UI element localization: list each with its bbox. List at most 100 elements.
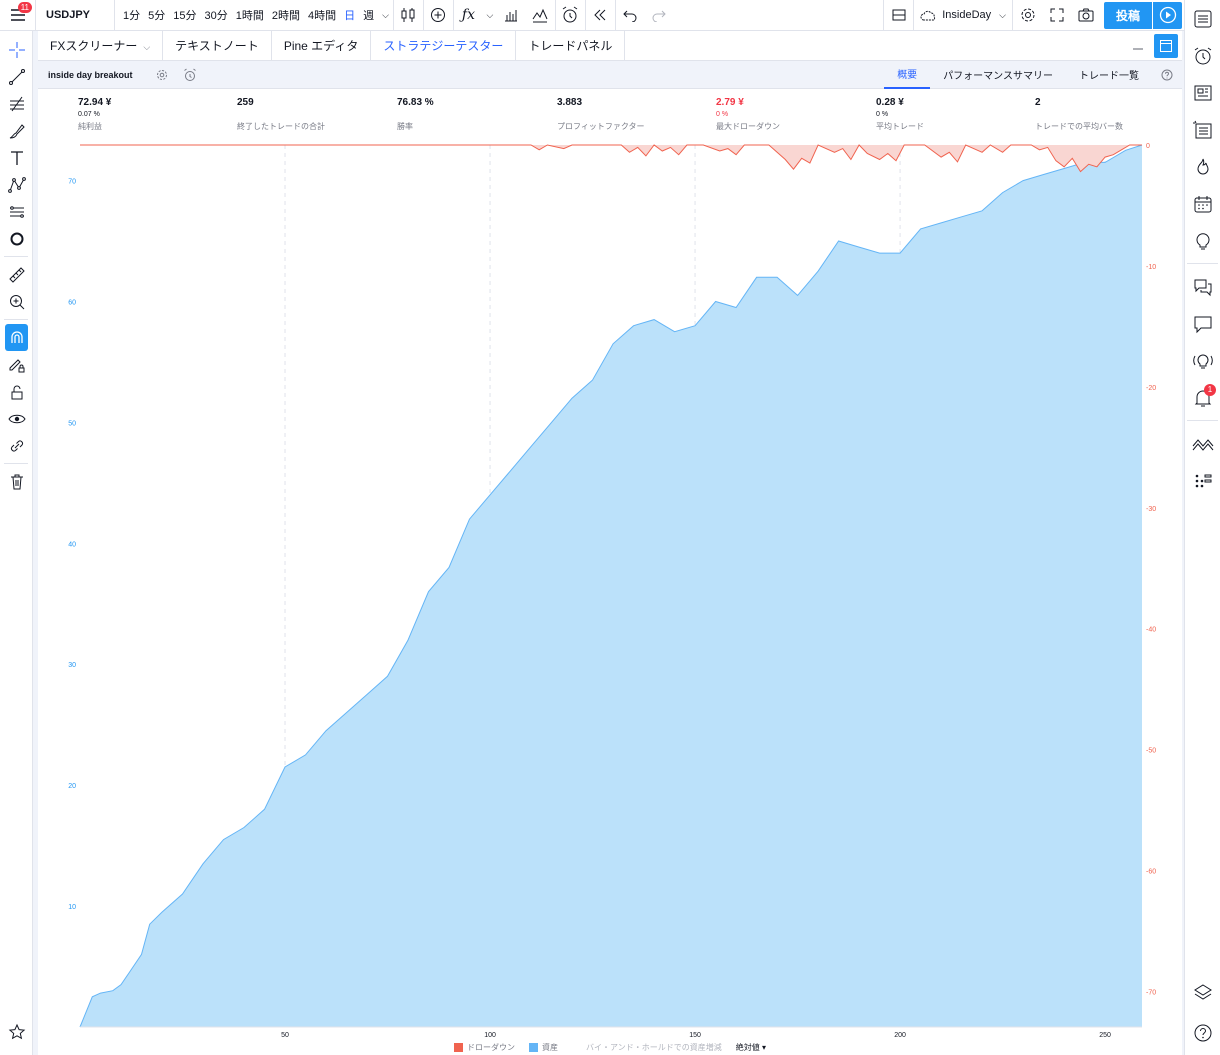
tab-pine-editor[interactable]: Pine エディタ: [272, 30, 372, 61]
dots-grid-icon: [1195, 474, 1212, 487]
stay-in-drawing-mode-tool[interactable]: [0, 351, 33, 378]
financials-button[interactable]: [497, 0, 526, 31]
interval-2h[interactable]: 2時間: [268, 7, 304, 23]
chats-button[interactable]: [1185, 268, 1220, 305]
magnet-tool[interactable]: [5, 324, 28, 351]
legend-drawdown[interactable]: ドローダウン: [454, 1042, 515, 1053]
drawing-toolbar: [0, 31, 33, 1055]
help-button[interactable]: [1152, 61, 1182, 89]
interval-1w[interactable]: 週: [359, 7, 378, 23]
publish-button[interactable]: 投稿: [1104, 1, 1152, 29]
redo-button[interactable]: [645, 0, 674, 31]
prediction-tool[interactable]: [0, 198, 33, 225]
ruler-tool[interactable]: [0, 261, 33, 288]
interval-1m[interactable]: 1分: [119, 7, 144, 23]
layout-button[interactable]: [884, 0, 913, 31]
legend-buyhold[interactable]: バイ・アンド・ホールドでの資産増減: [586, 1042, 722, 1053]
maximize-icon: [1160, 39, 1172, 52]
data-window-button[interactable]: [1185, 111, 1220, 148]
fib-tool[interactable]: [0, 90, 33, 117]
strategy-settings-button[interactable]: [151, 69, 173, 81]
calendar-button[interactable]: [1185, 185, 1220, 222]
favorites-tool[interactable]: [0, 1018, 33, 1045]
shapes-tool[interactable]: [0, 225, 33, 252]
alert-button[interactable]: [556, 0, 585, 31]
tab-fx-screener[interactable]: FXスクリーナー ⌵: [38, 30, 164, 61]
legend-equity[interactable]: 資産: [529, 1042, 558, 1053]
symbol-search-button[interactable]: USDJPY: [36, 0, 115, 31]
object-tree-button[interactable]: [1185, 974, 1220, 1011]
legend-mode-dropdown[interactable]: 絶対値 ▾: [736, 1042, 766, 1053]
interval-4h[interactable]: 4時間: [304, 7, 340, 23]
chat-button[interactable]: [1185, 305, 1220, 342]
trend-line-tool[interactable]: [0, 63, 33, 90]
publish-dropdown-button[interactable]: [1153, 1, 1182, 29]
layout-name-button[interactable]: InsideDay ⌵: [914, 0, 1012, 31]
tab-strategy-tester[interactable]: ストラテジーテスター: [371, 30, 517, 61]
tab-text-notes[interactable]: テキストノート: [163, 30, 272, 61]
watchlist-button[interactable]: [1185, 0, 1220, 37]
remove-drawings-tool[interactable]: [0, 468, 33, 495]
order-panel-button[interactable]: [1185, 425, 1220, 462]
gear-icon: [156, 69, 167, 80]
indicators-button[interactable]: ƒx: [454, 0, 483, 31]
interval-5m[interactable]: 5分: [144, 7, 169, 23]
line-chart-icon: [533, 8, 548, 23]
legend-mode-label: 絶対値: [735, 1043, 760, 1052]
equity-area: [80, 145, 1142, 1027]
interval-1d[interactable]: 日: [340, 7, 359, 23]
snapshot-button[interactable]: [1071, 0, 1100, 31]
chevron-down-icon: ▾: [761, 1043, 766, 1052]
stats-row: 72.94 ¥ 0.07 % 純利益 259 終了したトレードの合計 76.83…: [78, 97, 1178, 141]
newspaper-icon: [1194, 85, 1212, 100]
streams-button[interactable]: [1185, 342, 1220, 379]
crosshair-tool[interactable]: [0, 36, 33, 63]
broadcast-bulb-icon: [1193, 354, 1213, 368]
brush-tool[interactable]: [0, 117, 33, 144]
interval-15m[interactable]: 15分: [169, 7, 200, 23]
maximize-panel-button[interactable]: [1154, 33, 1178, 58]
compare-button[interactable]: [424, 0, 453, 31]
settings-button[interactable]: [1013, 0, 1042, 31]
main-menu-button[interactable]: 11: [0, 0, 36, 31]
stat-percent: 0 %: [716, 111, 729, 118]
dom-button[interactable]: [1185, 462, 1220, 499]
ideas-button[interactable]: [1185, 222, 1220, 259]
stat-label: 終了したトレードの合計: [237, 122, 325, 131]
news-button[interactable]: [1185, 74, 1220, 111]
lock-drawings-tool[interactable]: [0, 378, 33, 405]
notifications-button[interactable]: 1: [1185, 379, 1220, 416]
hotlists-button[interactable]: [1185, 148, 1220, 185]
cloud-icon: [920, 10, 936, 21]
chart-type-button[interactable]: [394, 0, 423, 31]
tab-trading-panel[interactable]: トレードパネル: [516, 30, 626, 61]
hide-drawings-tool[interactable]: [0, 405, 33, 432]
interval-dropdown-icon[interactable]: ⌵: [378, 10, 393, 21]
indicator-dropdown-icon[interactable]: ⌵: [483, 0, 497, 31]
legend-equity-label: 資産: [542, 1043, 559, 1052]
pattern-tool[interactable]: [0, 171, 33, 198]
interval-1h[interactable]: 1時間: [232, 7, 268, 23]
zoom-tool[interactable]: [0, 288, 33, 315]
strategy-alert-button[interactable]: [179, 68, 201, 82]
sync-drawings-tool[interactable]: [0, 432, 33, 459]
text-tool[interactable]: [0, 144, 33, 171]
alerts-button[interactable]: [1185, 37, 1220, 74]
subtab-overview[interactable]: 概要: [884, 61, 931, 89]
minimize-panel-button[interactable]: [1128, 36, 1148, 56]
strategy-tester-panel: FXスクリーナー ⌵ テキストノート Pine エディタ ストラテジーテスター ト…: [38, 30, 1182, 1055]
eye-icon: [7, 414, 26, 423]
fullscreen-button[interactable]: [1042, 0, 1071, 31]
replay-button[interactable]: [586, 0, 615, 31]
undo-button[interactable]: [616, 0, 645, 31]
stat-percent: [557, 111, 645, 119]
data-window-icon: [1193, 120, 1212, 138]
crosshair-icon: [8, 41, 25, 58]
templates-button[interactable]: [526, 0, 555, 31]
help-button[interactable]: [1185, 1014, 1220, 1051]
subtab-performance-summary[interactable]: パフォーマンスサマリー: [930, 61, 1066, 89]
interval-30m[interactable]: 30分: [201, 7, 232, 23]
equity-chart: 10 20 30 40 50 60 70 0 -10 -20 -30 -40 -50 -60 -70 50 10…: [68, 143, 1156, 1039]
subtab-trade-list[interactable]: トレード一覧: [1066, 61, 1152, 89]
notification-badge: 11: [17, 1, 32, 13]
